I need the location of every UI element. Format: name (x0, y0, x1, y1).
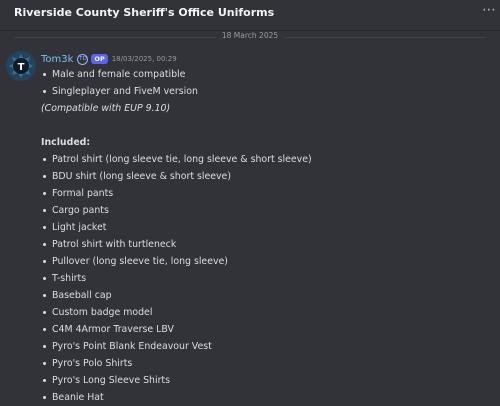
message-timestamp: 18/03/2025, 00:29 (111, 55, 177, 63)
channel-header: Riverside County Sheriff's Office Unifor… (0, 0, 500, 31)
list-item: Custom badge model (41, 304, 312, 321)
list-item: Formal pants (41, 185, 312, 202)
list-item: Pyro's Point Blank Endeavour Vest (41, 338, 312, 355)
list-item: Male and female compatible (41, 66, 312, 83)
list-item: Pyro's Polo Shirts (41, 355, 312, 372)
list-item: Patrol shirt with turtleneck (41, 236, 312, 253)
list-item: Patrol shirt (long sleeve tie, long slee… (41, 151, 312, 168)
list-item: Light jacket (41, 219, 312, 236)
date-divider-label: 18 March 2025 (215, 31, 285, 40)
avatar-image: T (6, 51, 36, 81)
avatar[interactable]: T (6, 51, 36, 81)
list-item: Beanie Hat (41, 389, 312, 406)
thread-title: Riverside County Sheriff's Office Unifor… (14, 6, 275, 19)
author-name[interactable]: Tom3k (41, 54, 73, 65)
list-item: BDU shirt (long sleeve & short sleeve) (41, 168, 312, 185)
list-item: Singleplayer and FiveM version (41, 83, 312, 100)
list-item: Pyro's Long Sleeve Shirts (41, 372, 312, 389)
message-meta: Tom3k TD OP 18/03/2025, 00:29 (41, 52, 177, 66)
list-item: Pullover (long sleeve tie, long sleeve) (41, 253, 312, 270)
tag-badge-icon: TD (77, 53, 89, 65)
more-options-icon[interactable]: ⋯ (482, 2, 496, 18)
list-item: Cargo pants (41, 202, 312, 219)
compatibility-note: (Compatible with EUP 9.10) (41, 103, 171, 114)
op-badge: OP (91, 54, 108, 64)
list-item: Baseball cap (41, 287, 312, 304)
list-item: C4M 4Armor Traverse LBV (41, 321, 312, 338)
message-content: Male and female compatible Singleplayer … (41, 66, 312, 406)
list-item: T-shirts (41, 270, 312, 287)
svg-text:T: T (18, 62, 25, 73)
included-heading: Included: (41, 137, 91, 148)
